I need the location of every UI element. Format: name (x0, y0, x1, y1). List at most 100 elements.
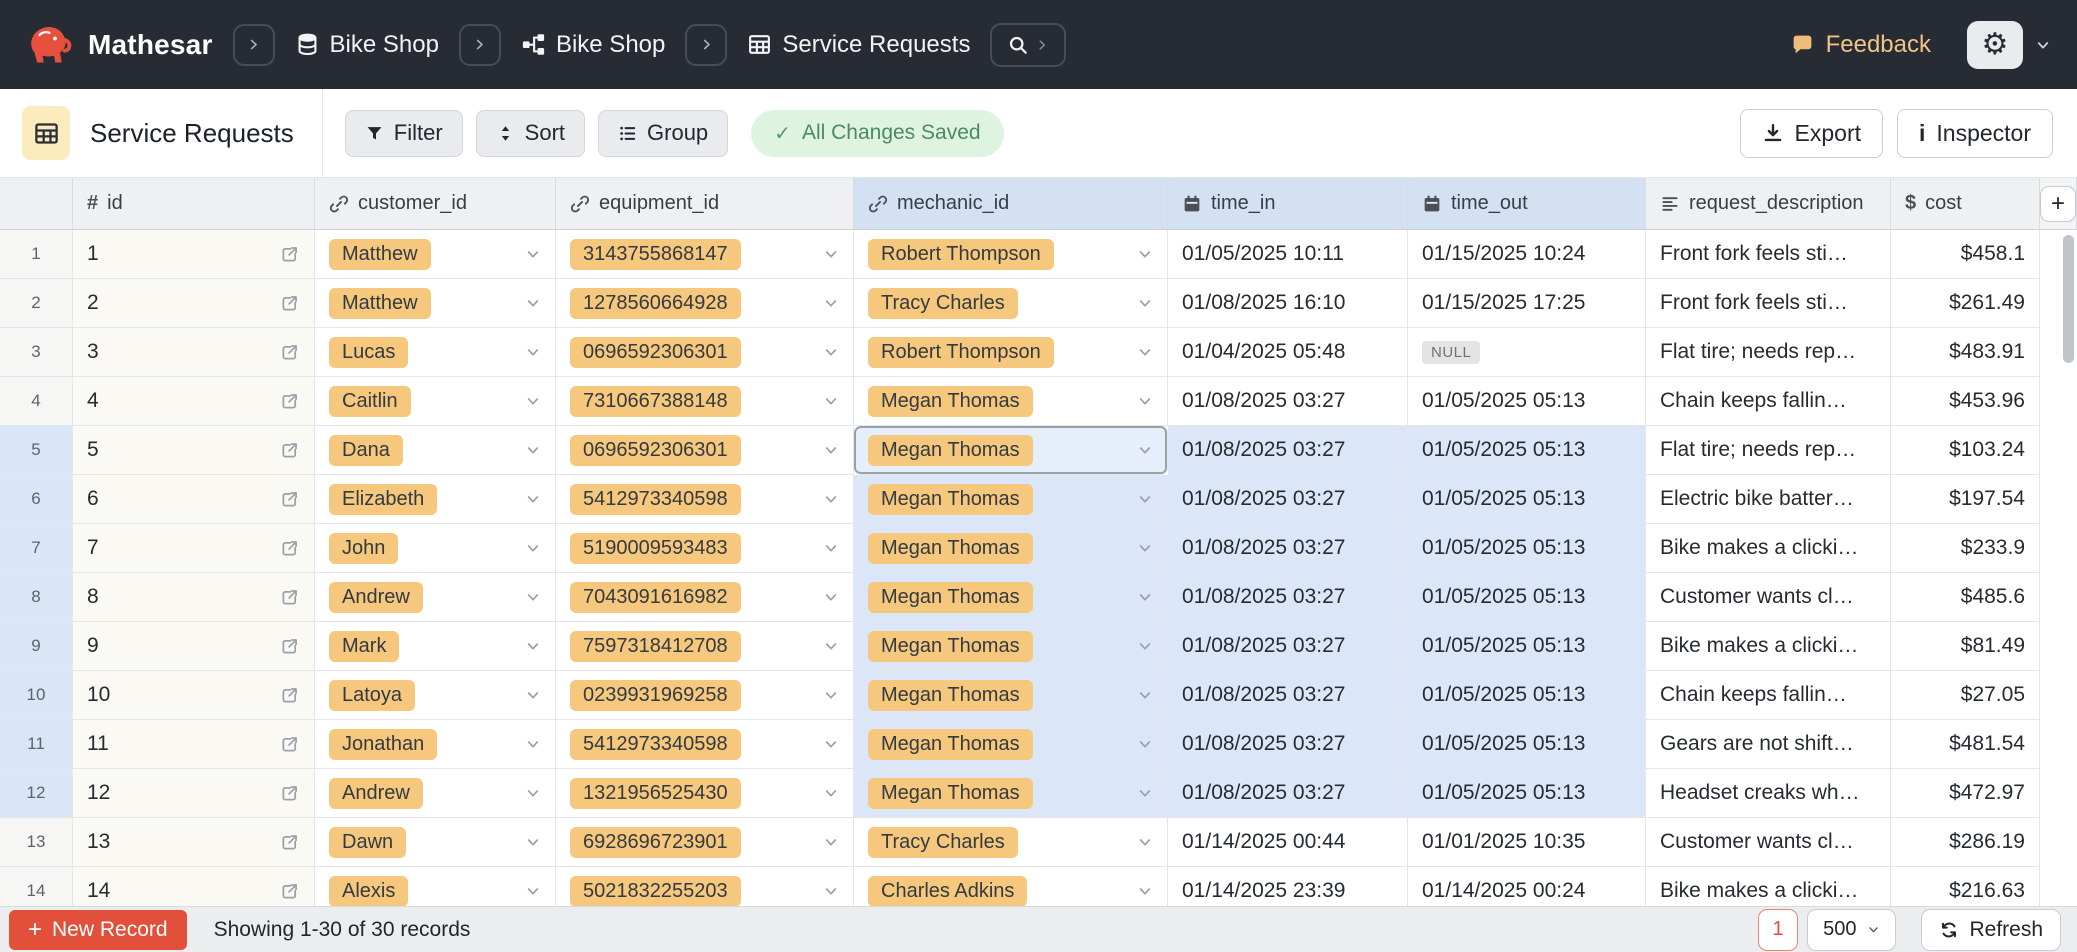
cell-time_out[interactable]: 01/15/2025 17:25 (1408, 279, 1646, 328)
row-number-cell[interactable]: 8 (0, 573, 73, 622)
cell-cost[interactable]: $481.54 (1891, 720, 2040, 769)
linked-record-pill[interactable]: 1278560664928 (570, 288, 741, 319)
linked-record-pill[interactable]: Megan Thomas (868, 729, 1033, 760)
cell-id[interactable]: 12 (73, 769, 315, 818)
linked-record-pill[interactable]: Alexis (329, 876, 408, 907)
linked-record-pill[interactable]: 5021832255203 (570, 876, 741, 907)
chevron-down-icon[interactable] (823, 344, 839, 360)
add-column-button[interactable]: + (2040, 186, 2076, 222)
group-button[interactable]: Group (598, 110, 728, 157)
cell-mechanic_id[interactable]: Megan Thomas (854, 475, 1168, 524)
cell-request_description[interactable]: Gears are not shift… (1646, 720, 1891, 769)
cell-mechanic_id[interactable]: Robert Thompson (854, 230, 1168, 279)
chevron-down-icon[interactable] (525, 344, 541, 360)
cell-mechanic_id[interactable]: Megan Thomas (854, 622, 1168, 671)
chevron-down-icon[interactable] (1137, 638, 1153, 654)
linked-record-pill[interactable]: 5190009593483 (570, 533, 741, 564)
row-number-cell[interactable]: 1 (0, 230, 73, 279)
chevron-down-icon[interactable] (1137, 736, 1153, 752)
cell-cost[interactable]: $472.97 (1891, 769, 2040, 818)
chevron-down-icon[interactable] (1137, 442, 1153, 458)
external-link-icon[interactable] (279, 881, 300, 902)
linked-record-pill[interactable]: Megan Thomas (868, 582, 1033, 613)
cell-customer_id[interactable]: Alexis (315, 867, 556, 906)
linked-record-pill[interactable]: Mark (329, 631, 399, 662)
chevron-down-icon[interactable] (823, 834, 839, 850)
cell-cost[interactable]: $483.91 (1891, 328, 2040, 377)
linked-record-pill[interactable]: Megan Thomas (868, 631, 1033, 662)
linked-record-pill[interactable]: Caitlin (329, 386, 411, 417)
cell-equipment_id[interactable]: 0239931969258 (556, 671, 854, 720)
linked-record-pill[interactable]: 7597318412708 (570, 631, 741, 662)
chevron-down-icon[interactable] (525, 785, 541, 801)
chevron-down-icon[interactable] (525, 393, 541, 409)
cell-time_out[interactable]: 01/15/2025 10:24 (1408, 230, 1646, 279)
sort-button[interactable]: Sort (476, 110, 585, 157)
chevron-down-icon[interactable] (525, 834, 541, 850)
page-size-select[interactable]: 500 (1807, 909, 1896, 951)
linked-record-pill[interactable]: Andrew (329, 582, 423, 613)
cell-customer_id[interactable]: Elizabeth (315, 475, 556, 524)
cell-customer_id[interactable]: Andrew (315, 573, 556, 622)
cell-customer_id[interactable]: Latoya (315, 671, 556, 720)
cell-id[interactable]: 4 (73, 377, 315, 426)
cell-id[interactable]: 11 (73, 720, 315, 769)
linked-record-pill[interactable]: Megan Thomas (868, 386, 1033, 417)
cell-equipment_id[interactable]: 3143755868147 (556, 230, 854, 279)
external-link-icon[interactable] (279, 636, 300, 657)
breadcrumb-item-bike-shop[interactable]: Bike Shop (521, 31, 665, 59)
chevron-down-icon[interactable] (1137, 295, 1153, 311)
cell-customer_id[interactable]: Andrew (315, 769, 556, 818)
cell-time_out[interactable]: NULL (1408, 328, 1646, 377)
cell-time_in[interactable]: 01/08/2025 03:27 (1168, 377, 1408, 426)
column-header-time_out[interactable]: time_out (1408, 178, 1646, 230)
cell-cost[interactable]: $458.1 (1891, 230, 2040, 279)
chevron-down-icon[interactable] (525, 442, 541, 458)
cell-request_description[interactable]: Front fork feels sti… (1646, 230, 1891, 279)
row-number-cell[interactable]: 11 (0, 720, 73, 769)
chevron-down-icon[interactable] (823, 589, 839, 605)
column-header-customer_id[interactable]: customer_id (315, 178, 556, 230)
feedback-link[interactable]: Feedback (1790, 31, 1931, 59)
breadcrumb-separator-button[interactable] (685, 24, 727, 66)
cell-customer_id[interactable]: Matthew (315, 279, 556, 328)
cell-cost[interactable]: $103.24 (1891, 426, 2040, 475)
cell-time_in[interactable]: 01/08/2025 03:27 (1168, 573, 1408, 622)
cell-mechanic_id[interactable]: Tracy Charles (854, 279, 1168, 328)
chevron-down-icon[interactable] (525, 491, 541, 507)
cell-id[interactable]: 9 (73, 622, 315, 671)
external-link-icon[interactable] (279, 783, 300, 804)
cell-time_out[interactable]: 01/05/2025 05:13 (1408, 671, 1646, 720)
chevron-down-icon[interactable] (823, 491, 839, 507)
chevron-down-icon[interactable] (525, 687, 541, 703)
linked-record-pill[interactable]: 6928696723901 (570, 827, 741, 858)
cell-time_in[interactable]: 01/08/2025 03:27 (1168, 769, 1408, 818)
cell-cost[interactable]: $197.54 (1891, 475, 2040, 524)
linked-record-pill[interactable]: Dana (329, 435, 403, 466)
linked-record-pill[interactable]: Tracy Charles (868, 827, 1018, 858)
linked-record-pill[interactable]: Megan Thomas (868, 435, 1033, 466)
chevron-down-icon[interactable] (823, 883, 839, 899)
cell-equipment_id[interactable]: 5412973340598 (556, 475, 854, 524)
chevron-down-icon[interactable] (525, 540, 541, 556)
linked-record-pill[interactable]: 7310667388148 (570, 386, 741, 417)
cell-time_out[interactable]: 01/05/2025 05:13 (1408, 475, 1646, 524)
cell-cost[interactable]: $286.19 (1891, 818, 2040, 867)
linked-record-pill[interactable]: Elizabeth (329, 484, 437, 515)
external-link-icon[interactable] (279, 489, 300, 510)
linked-record-pill[interactable]: Megan Thomas (868, 484, 1033, 515)
row-number-cell[interactable]: 14 (0, 867, 73, 906)
cell-customer_id[interactable]: Dana (315, 426, 556, 475)
chevron-down-icon[interactable] (823, 393, 839, 409)
cell-time_in[interactable]: 01/08/2025 03:27 (1168, 671, 1408, 720)
breadcrumb-separator-button[interactable] (459, 24, 501, 66)
cell-request_description[interactable]: Flat tire; needs rep… (1646, 328, 1891, 377)
cell-time_in[interactable]: 01/08/2025 03:27 (1168, 475, 1408, 524)
linked-record-pill[interactable]: Dawn (329, 827, 406, 858)
column-header-equipment_id[interactable]: equipment_id (556, 178, 854, 230)
settings-button[interactable]: ⚙ (1967, 21, 2023, 69)
cell-cost[interactable]: $233.9 (1891, 524, 2040, 573)
export-button[interactable]: Export (1740, 109, 1883, 158)
column-header-time_in[interactable]: time_in (1168, 178, 1408, 230)
chevron-down-icon[interactable] (823, 687, 839, 703)
